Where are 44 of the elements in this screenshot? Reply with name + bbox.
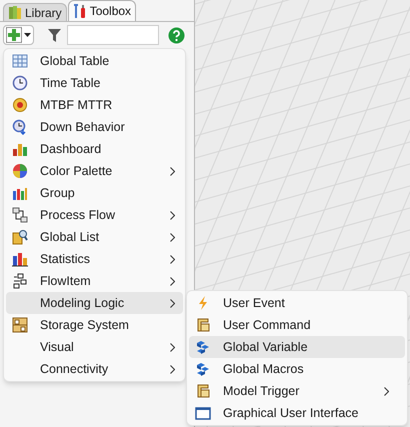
flow-icon (12, 207, 28, 223)
books-icon (8, 5, 22, 20)
menu-item[interactable]: Modeling Logic (6, 292, 183, 314)
menu-item[interactable]: FlowItem (6, 270, 183, 292)
menu-item[interactable]: Graphical User Interface (189, 402, 405, 424)
search-field[interactable] (67, 25, 159, 45)
chart-icon (12, 141, 28, 157)
table-icon (12, 53, 28, 69)
palette-icon (12, 163, 28, 179)
panel-tab[interactable]: Toolbox (68, 0, 136, 21)
menu-item[interactable]: Process Flow (6, 204, 183, 226)
bar-chart-icon (12, 251, 28, 267)
tools-icon (72, 4, 87, 18)
shelf-icon (12, 317, 28, 333)
menu-item[interactable]: Connectivity (6, 358, 183, 380)
menu-item[interactable]: Storage System (6, 314, 183, 336)
menu-item[interactable]: User Event (189, 292, 405, 314)
menu-item[interactable]: Visual (6, 336, 183, 358)
menu-item[interactable]: Color Palette (6, 160, 183, 182)
panel-tab[interactable]: Library (3, 3, 67, 21)
menu-item[interactable]: Global Table (6, 50, 183, 72)
menu-item[interactable]: MTBF MTTR (6, 94, 183, 116)
menu-item[interactable]: Global List (6, 226, 183, 248)
blocks-icon (195, 361, 211, 377)
plus-icon (6, 27, 22, 43)
flowitem-icon (12, 273, 28, 289)
help-icon[interactable] (168, 26, 185, 44)
menu-item[interactable]: Statistics (6, 248, 183, 270)
filter-icon[interactable] (48, 28, 61, 42)
menu-item[interactable]: Group (6, 182, 183, 204)
caret-icon (24, 33, 31, 37)
list-search-icon (12, 229, 28, 245)
blocks-icon (195, 339, 211, 355)
menu-item[interactable]: Down Behavior (6, 116, 183, 138)
menu-item[interactable]: Dashboard (6, 138, 183, 160)
window-icon (195, 405, 211, 421)
clock-icon (12, 75, 28, 91)
menu-item[interactable]: Model Trigger (189, 380, 405, 402)
group-icon (12, 185, 28, 201)
add-dropdown-button[interactable] (3, 25, 34, 45)
menu-item[interactable]: User Command (189, 314, 405, 336)
menu-item[interactable]: Global Macros (189, 358, 405, 380)
menu-item[interactable]: Time Table (6, 72, 183, 94)
menu-item[interactable]: Global Variable (189, 336, 405, 358)
